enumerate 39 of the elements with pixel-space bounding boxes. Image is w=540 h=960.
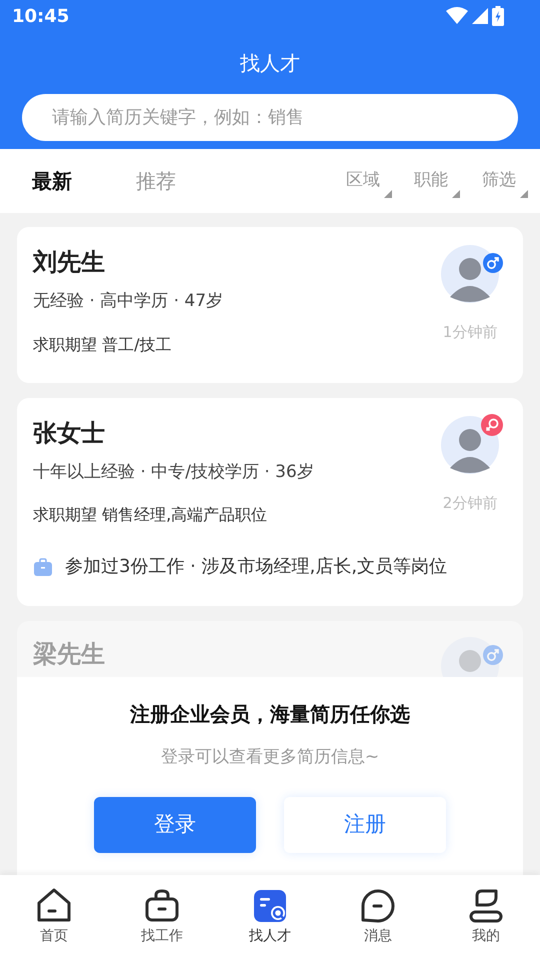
post-time: 2分钟前 (442, 492, 498, 514)
briefcase-icon (33, 556, 53, 576)
tab[interactable]: 最新 (32, 166, 72, 196)
job-expectation: 求职期望 销售经理,高端产品职位 (33, 504, 268, 526)
user-icon (468, 888, 504, 924)
nav-tab[interactable]: 消息 (333, 888, 423, 947)
search-field[interactable]: 请输入简历关键字，例如：销售 (22, 94, 518, 141)
prompt-subtitle: 登录可以查看更多简历信息~ (160, 746, 380, 769)
corner-triangle-icon (384, 190, 392, 198)
avatar-icon (441, 416, 499, 474)
battery-icon (492, 6, 504, 26)
nav-tab[interactable]: 我的 (441, 888, 531, 947)
corner-triangle-icon (520, 190, 528, 198)
post-time: 1分钟前 (442, 322, 498, 343)
signal-icon (472, 8, 488, 24)
nav-tab[interactable]: 找人才 (225, 888, 315, 947)
home-icon (36, 888, 72, 924)
candidate-card[interactable]: 张女士 十年以上经验 · 中专/技校学历 · 36岁 求职期望 销售经理,高端产品职位 2分钟前 参加过3份工作 · 涉及市场经理,店长,文员等岗位 (17, 398, 523, 606)
prompt-title: 注册企业会员，海量简历任你选 (130, 701, 410, 728)
candidate-name: 梁先生 (33, 639, 105, 670)
candidate-summary: 无经验 · 高中学历 · 47岁 (33, 290, 224, 313)
page-title: 找人才 (240, 50, 300, 77)
nav-tab[interactable]: 找工作 (117, 888, 207, 947)
avatar-icon (441, 245, 499, 303)
job-expectation: 求职期望 普工/技工 (33, 334, 172, 356)
candidate-summary: 十年以上经验 · 中专/技校学历 · 36岁 (33, 460, 314, 484)
register-button[interactable]: 注册 (284, 796, 446, 852)
search-list-icon (252, 888, 288, 924)
chat-bubble-icon (360, 888, 396, 924)
work-history: 参加过3份工作 · 涉及市场经理,店长,文员等岗位 (65, 555, 448, 579)
candidate-name: 刘先生 (33, 247, 106, 278)
briefcase-icon (144, 888, 180, 924)
nav-tab[interactable]: 首页 (9, 888, 99, 947)
candidate-card[interactable]: 刘先生 无经验 · 高中学历 · 47岁 求职期望 普工/技工 1分钟前 (17, 227, 523, 382)
login-button[interactable]: 登录 (94, 796, 256, 852)
corner-triangle-icon (452, 190, 460, 198)
status-time: 10:45 (12, 4, 70, 28)
wifi-icon (446, 7, 468, 25)
candidate-name: 张女士 (33, 418, 106, 448)
